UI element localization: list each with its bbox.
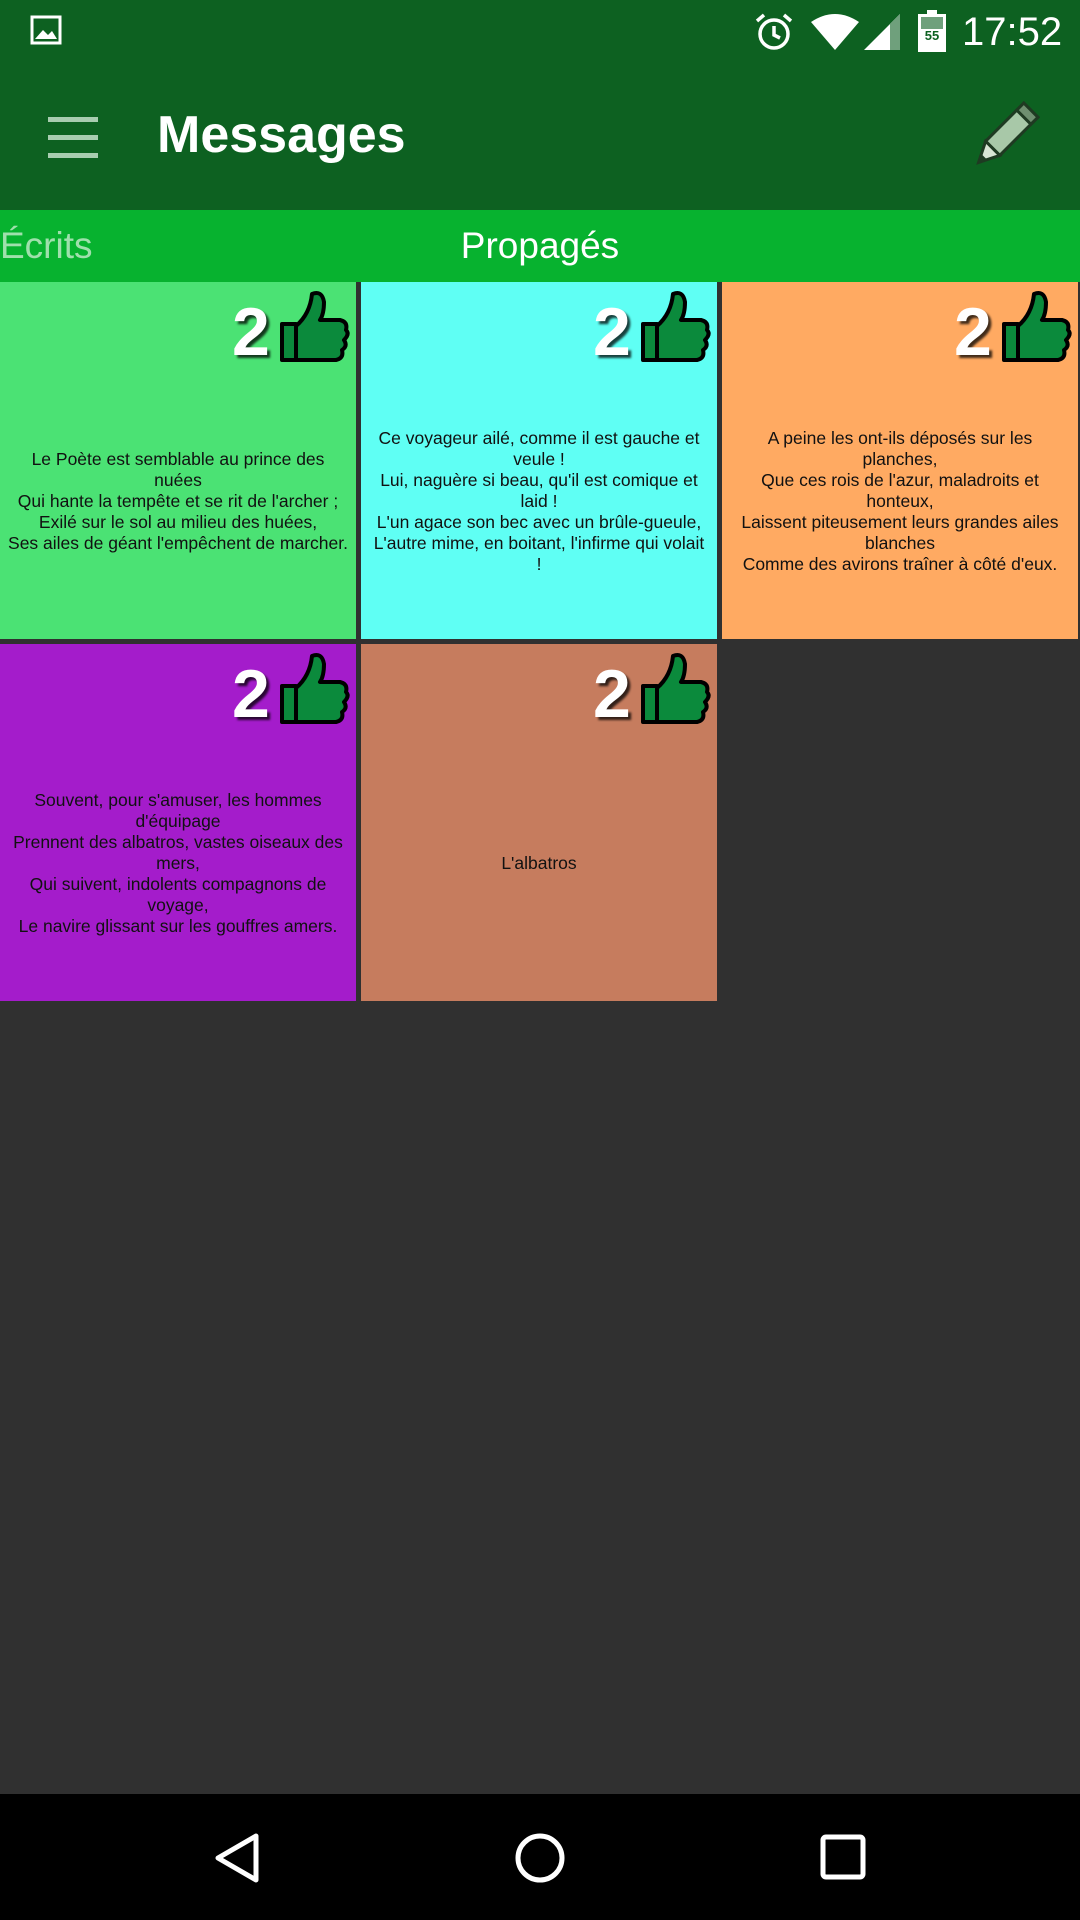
wifi-icon — [811, 14, 859, 50]
like-count: 2 — [232, 656, 270, 732]
message-card[interactable]: 2 Ce voyageur ailé, comme il est gauche … — [361, 282, 717, 639]
page-title: Messages — [157, 106, 406, 164]
navigation-bar — [0, 1794, 1080, 1920]
app-bar: Messages — [0, 63, 1080, 210]
message-card[interactable]: 2 A peine les ont-ils déposés sur les pl… — [722, 282, 1078, 639]
like-count: 2 — [954, 294, 992, 370]
pencil-icon[interactable] — [964, 97, 1044, 177]
thumbs-up-icon[interactable] — [637, 288, 711, 364]
alarm-icon — [755, 13, 793, 50]
message-text: L'albatros — [501, 853, 577, 873]
message-card[interactable]: 2 Le Poète est semblable au prince des n… — [0, 282, 356, 639]
message-card[interactable]: 2 L'albatros — [361, 644, 717, 1001]
tab-ecrits[interactable]: Écrits — [0, 210, 93, 282]
tab-propages[interactable]: Propagés — [400, 210, 680, 282]
status-time: 17:52 — [962, 10, 1063, 54]
image-icon — [30, 15, 62, 45]
hamburger-menu-icon[interactable] — [40, 111, 106, 165]
message-text: Souvent, pour s'amuser, les hommes d'équ… — [13, 790, 343, 936]
home-icon[interactable] — [514, 1832, 566, 1884]
like-count: 2 — [232, 294, 270, 370]
svg-text:55: 55 — [925, 28, 939, 43]
thumbs-up-icon[interactable] — [276, 288, 350, 364]
recent-apps-icon[interactable] — [820, 1834, 866, 1880]
tab-bar: Écrits Propagés — [0, 210, 1080, 282]
status-bar: 55 17:52 — [0, 0, 1080, 63]
thumbs-up-icon[interactable] — [637, 650, 711, 726]
like-count: 2 — [593, 294, 631, 370]
thumbs-up-icon[interactable] — [998, 288, 1072, 364]
message-text: Ce voyageur ailé, comme il est gauche et… — [373, 428, 705, 574]
message-card[interactable]: 2 Souvent, pour s'amuser, les hommes d'é… — [0, 644, 356, 1001]
thumbs-up-icon[interactable] — [276, 650, 350, 726]
battery-icon: 55 — [918, 10, 946, 52]
message-text: Le Poète est semblable au prince des nué… — [8, 449, 348, 553]
message-text: A peine les ont-ils déposés sur les plan… — [741, 428, 1059, 574]
back-icon[interactable] — [212, 1832, 262, 1884]
signal-icon — [864, 14, 900, 50]
like-count: 2 — [593, 656, 631, 732]
